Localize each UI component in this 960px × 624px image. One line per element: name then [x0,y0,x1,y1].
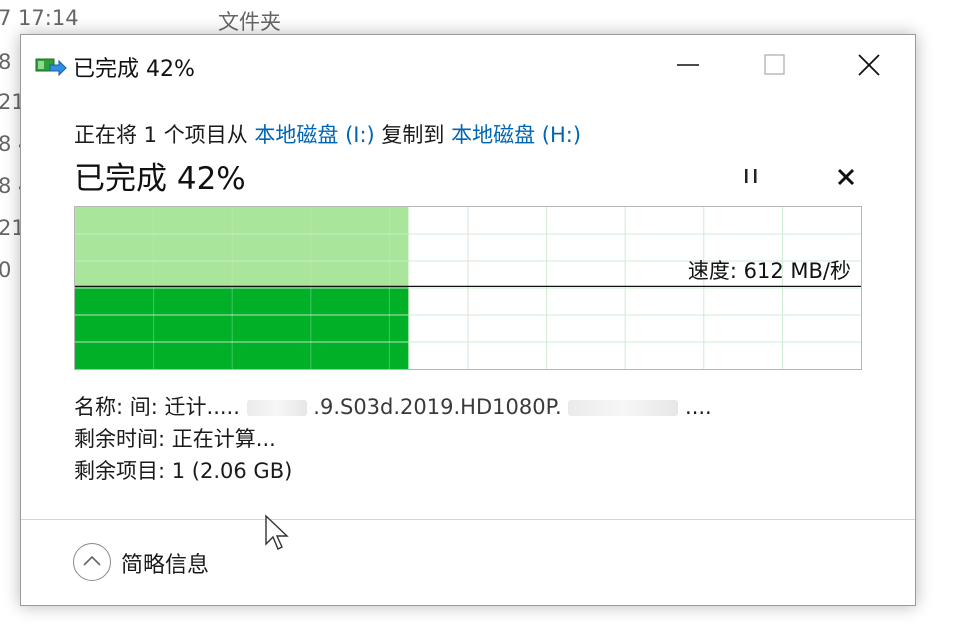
speed-label: 速度: 612 MB/秒 [687,259,851,283]
maximize-icon [764,54,785,75]
bg-row-frag: 0 [0,258,12,282]
title-bar[interactable]: 已完成 42% [21,35,915,93]
bg-row-frag: 8 [0,50,12,74]
pause-button[interactable] [733,160,769,192]
items-label: 剩余项目: [74,459,166,483]
redacted-text [246,400,307,416]
cancel-button[interactable] [829,161,863,193]
name-value: 间: 迁计..... [129,395,240,419]
name-label: 名称: [74,395,124,419]
copy-description: 正在将 1 个项目从 本地磁盘 (I:) 复制到 本地磁盘 (H:) [74,119,581,149]
destination-link[interactable]: 本地磁盘 (H:) [451,123,581,147]
source-link[interactable]: 本地磁盘 (I:) [254,123,374,147]
less-info-label: 简略信息 [121,553,210,578]
close-icon [858,54,880,76]
progress-speed-area [75,286,409,369]
detail-time-row: 剩余时间: 正在计算... [74,423,712,455]
cancel-icon [837,168,855,186]
progress-status: 已完成 42% [74,161,246,197]
copy-middle: 复制到 [374,123,452,147]
chevron-up-icon [83,555,101,566]
window-title: 已完成 42% [73,57,195,82]
minimize-button[interactable] [641,35,733,93]
maximize-button[interactable] [728,35,820,93]
minimize-icon [677,64,699,66]
details-panel: 名称: 间: 迁计..... .9.S03d.2019.HD1080P. ...… [74,391,712,487]
copy-progress-dialog: 已完成 42% 正在将 1 个项目从 本地磁盘 (I:) 复制到 本地磁盘 (H… [20,34,916,606]
items-value: 1 (2.06 GB) [171,459,293,483]
time-value: 正在计算... [171,427,276,451]
close-button[interactable] [822,35,914,93]
progress-light-area [75,207,409,287]
detail-items-row: 剩余项目: 1 (2.06 GB) [74,455,712,487]
mouse-cursor-icon [265,514,289,550]
name-value-tail: .9.S03d.2019.HD1080P. [313,395,562,419]
copy-prefix: 正在将 1 个项目从 [74,123,255,147]
pause-icon [745,169,757,183]
time-label: 剩余时间: [74,427,166,451]
detail-name-row: 名称: 间: 迁计..... .9.S03d.2019.HD1080P. ...… [74,391,712,423]
redacted-text [568,400,679,416]
copy-icon [35,55,67,79]
bg-type: 文件夹 [218,10,281,34]
footer-divider [21,519,915,520]
name-value-end: .... [685,395,712,419]
speed-graph: 速度: 612 MB/秒 [74,206,862,370]
bg-timestamp: 7 17:14 [0,6,79,30]
chevron-up-button[interactable] [73,543,111,581]
speed-graph-canvas [75,207,861,369]
